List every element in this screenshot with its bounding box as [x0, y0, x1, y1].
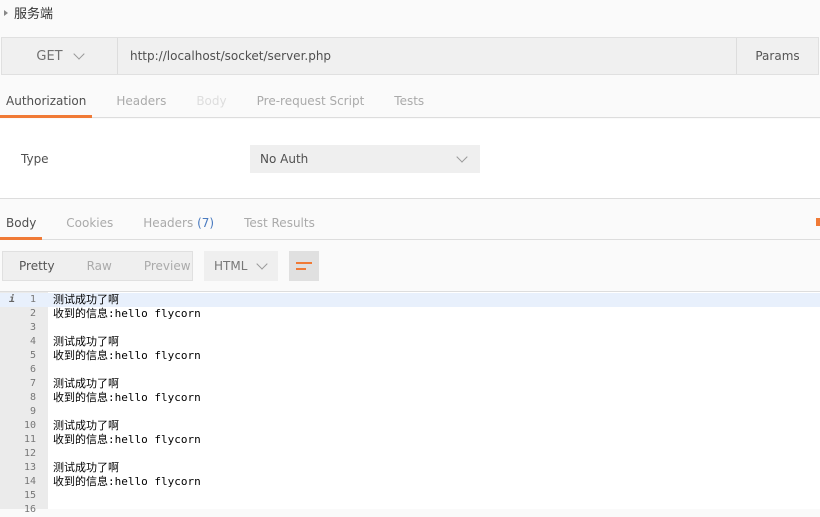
line-number: 13 [23, 462, 36, 473]
tab-response-headers[interactable]: Headers (7) [137, 206, 220, 239]
line-text [44, 321, 53, 335]
line-text [44, 363, 53, 377]
line-number: 10 [23, 420, 36, 431]
tab-tests[interactable]: Tests [388, 84, 430, 117]
tab-authorization[interactable]: Authorization [0, 84, 93, 118]
auth-panel: Type No Auth [0, 119, 820, 199]
chevron-down-icon [456, 151, 468, 163]
params-button[interactable]: Params [736, 38, 818, 74]
line-text [44, 503, 53, 517]
code-line: 15 [0, 489, 820, 503]
code-line: 8 收到的信息:hello flycorn [0, 391, 820, 405]
auth-type-select[interactable]: No Auth [250, 145, 480, 173]
line-text: 收到的信息:hello flycorn [53, 349, 201, 362]
line-text: 收到的信息:hello flycorn [53, 391, 201, 404]
line-number: 11 [23, 434, 36, 445]
line-number: 4 [29, 336, 36, 347]
line-number: 6 [29, 364, 36, 375]
line-text [44, 489, 53, 503]
line-text: 收到的信息:hello flycorn [53, 433, 201, 446]
line-number: 12 [23, 448, 36, 459]
line-text: 测试成功了啊 [53, 335, 119, 348]
code-line: 6 [0, 363, 820, 377]
tab-cookies[interactable]: Cookies [60, 206, 119, 239]
code-line: 5 收到的信息:hello flycorn [0, 349, 820, 363]
chevron-down-icon [72, 48, 85, 60]
line-text [44, 405, 53, 419]
code-line: 7 测试成功了啊 [0, 377, 820, 391]
line-text: 测试成功了啊 [53, 293, 119, 306]
line-number: 15 [23, 490, 36, 501]
url-input[interactable]: http://localhost/socket/server.php [118, 38, 736, 74]
headers-count: (7) [197, 215, 215, 230]
request-bar: GET http://localhost/socket/server.php P… [1, 37, 819, 75]
line-text: 测试成功了啊 [53, 377, 119, 390]
code-line: 4 测试成功了啊 [0, 335, 820, 349]
wrap-lines-button[interactable] [289, 251, 319, 281]
collapse-triangle-icon[interactable] [4, 9, 8, 16]
line-text [44, 447, 53, 461]
code-line: 10 测试成功了啊 [0, 419, 820, 433]
code-line: 12 [0, 447, 820, 461]
line-text: 测试成功了啊 [53, 419, 119, 432]
line-number: 8 [29, 392, 36, 403]
line-text: 收到的信息:hello flycorn [53, 475, 201, 488]
tab-pre-request-script[interactable]: Pre-request Script [251, 84, 371, 117]
tab-body[interactable]: Body [190, 84, 232, 117]
code-line: i 1 测试成功了啊 [0, 293, 820, 307]
line-number: 5 [29, 350, 36, 361]
line-number: 9 [29, 406, 36, 417]
chevron-down-icon [256, 258, 268, 270]
line-number: 16 [23, 504, 36, 515]
status-indicator [816, 218, 820, 226]
request-name[interactable]: 服务端 [4, 3, 53, 22]
tab-response-body[interactable]: Body [0, 206, 43, 240]
code-line: 3 [0, 321, 820, 335]
response-tabs: Body Cookies Headers (7) Test Results [0, 206, 820, 240]
line-number: 3 [29, 322, 36, 333]
preview-button[interactable]: Preview [128, 259, 207, 273]
line-text: 收到的信息:hello flycorn [53, 307, 201, 320]
info-icon: i [9, 294, 16, 305]
raw-button[interactable]: Raw [71, 259, 128, 273]
line-number: 2 [29, 308, 36, 319]
type-label: Type [21, 152, 49, 166]
pretty-button[interactable]: Pretty [3, 259, 71, 273]
tab-headers[interactable]: Headers [110, 84, 172, 117]
line-number: 7 [29, 378, 36, 389]
code-line: 13 测试成功了啊 [0, 461, 820, 475]
code-line: 2 收到的信息:hello flycorn [0, 307, 820, 321]
line-number: 14 [23, 476, 36, 487]
request-tabs: Authorization Headers Body Pre-request S… [0, 84, 820, 118]
code-line: 14 收到的信息:hello flycorn [0, 475, 820, 489]
format-select[interactable]: HTML [204, 251, 278, 281]
method-select[interactable]: GET [2, 38, 118, 74]
view-mode-group: Pretty Raw Preview [2, 251, 193, 281]
response-body-editor[interactable]: i 1 测试成功了啊 2 收到的信息:hello flycorn 3 4 测试成功了啊 5 收到的… [0, 291, 820, 515]
code-line: 16 [0, 503, 820, 517]
code-line: 9 [0, 405, 820, 419]
tab-test-results[interactable]: Test Results [238, 206, 321, 239]
line-text: 测试成功了啊 [53, 461, 119, 474]
line-number: 1 [29, 294, 36, 305]
code-line: 11 收到的信息:hello flycorn [0, 433, 820, 447]
